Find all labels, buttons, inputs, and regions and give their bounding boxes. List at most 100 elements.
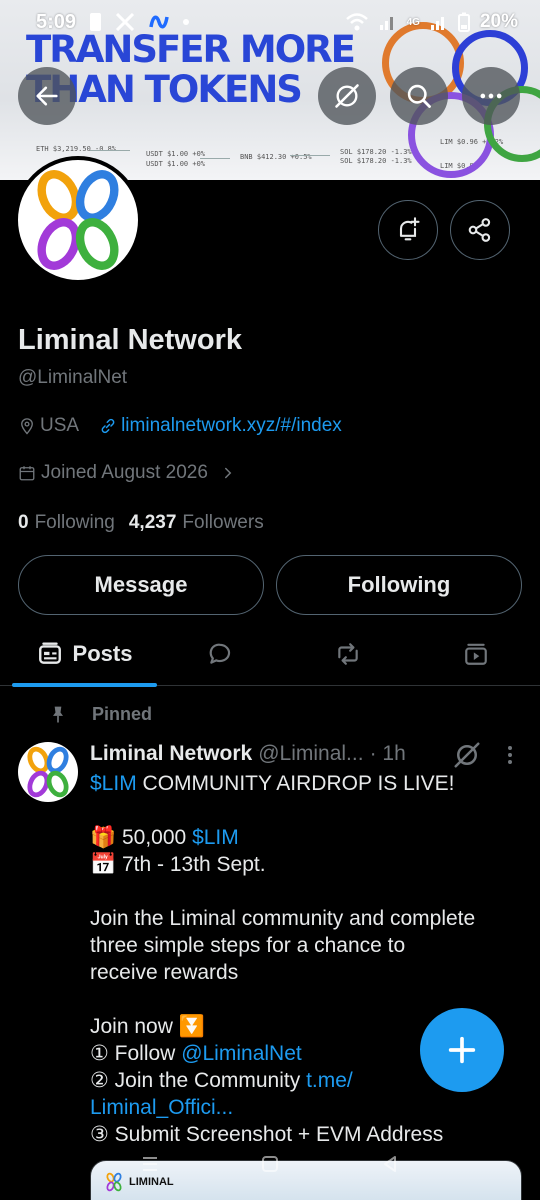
status-bar: 5:09 4G 20% (0, 0, 540, 44)
ticker-sparkline (90, 150, 130, 151)
link-icon (101, 418, 115, 434)
following-count-link[interactable]: 0 Following (18, 512, 115, 534)
ticker-sparkline (200, 158, 230, 159)
pin-icon (53, 706, 63, 722)
ticker-text: USDT $1.00 +0% (146, 160, 206, 168)
battery-percentage: 20% (479, 11, 518, 32)
pinned-text: Pinned (92, 704, 153, 724)
ticker-sparkline (290, 155, 330, 156)
message-button[interactable]: Message (18, 555, 264, 615)
profile-name: Liminal Network (18, 324, 242, 356)
website-text: liminalnetwork.xyz/#/index (121, 415, 342, 436)
post-text: ② Join the Community (90, 1069, 307, 1092)
profile-website-link[interactable]: liminalnetwork.xyz/#/index (99, 415, 342, 437)
post-text: ③ Submit Screenshot + EVM Address (90, 1123, 444, 1146)
followers-count: 4,237 (128, 512, 177, 533)
more-options-button[interactable] (462, 67, 520, 125)
tab-posts[interactable]: Posts (12, 622, 157, 686)
cashtag-link[interactable]: $LIM (90, 772, 137, 795)
tab-reposts[interactable] (298, 622, 398, 686)
gift-emoji: 🎁 (90, 826, 117, 849)
signal-icon (430, 17, 444, 30)
share-icon (468, 218, 491, 242)
share-profile-button[interactable] (450, 200, 510, 260)
following-count: 0 (18, 512, 29, 533)
follow-counts: 0 Following 4,237 Followers (18, 512, 264, 534)
telegram-link[interactable]: Liminal_Offici... (90, 1094, 530, 1121)
arrow-left-icon (36, 86, 58, 106)
following-label: Following (34, 512, 115, 533)
tab-replies[interactable] (170, 622, 270, 686)
post-header: Liminal Network @Liminal... · 1h (90, 742, 450, 766)
status-time: 5:09 (36, 10, 77, 33)
repost-icon (338, 643, 358, 665)
system-nav-bar (0, 1146, 540, 1182)
post-line: 🎁 50,000 $LIM (90, 824, 530, 851)
profile-handle: @LiminalNet (18, 367, 128, 388)
search-icon (407, 84, 431, 108)
profile-avatar[interactable] (14, 156, 142, 284)
cashtag-link[interactable]: $LIM (192, 826, 239, 849)
more-vertical-icon[interactable] (500, 744, 520, 766)
liminal-logo-icon (37, 170, 119, 270)
battery-saver-icon (90, 13, 102, 31)
followers-label: Followers (182, 512, 264, 533)
bell-plus-icon (399, 217, 420, 241)
plus-icon (448, 1036, 476, 1064)
network-type: 4G (406, 16, 420, 28)
tab-posts-label: Posts (72, 641, 133, 666)
calendar-icon (19, 466, 35, 481)
posts-icon (38, 642, 61, 664)
post-text: receive rewards (90, 961, 239, 984)
telegram-link[interactable]: t.me/ (306, 1069, 353, 1092)
ticker-text: SOL $178.20 -1.3% (340, 157, 412, 165)
pinned-label-row: Pinned (48, 704, 152, 725)
post-author-avatar[interactable] (18, 742, 78, 802)
reply-bubble-icon (209, 643, 231, 664)
location-pin-icon (21, 418, 33, 435)
ticker-text: USDT $1.00 +0% (146, 150, 206, 158)
post-text: Join the Liminal community and complete (90, 907, 476, 930)
ticker-text: ETH $3,219.50 -0.8% (36, 145, 117, 153)
grok-icon[interactable] (452, 740, 482, 770)
battery-icon (457, 12, 470, 32)
wifi-icon (345, 13, 368, 31)
post-text: 50,000 (116, 826, 193, 849)
post-line: 📅 7th - 13th Sept. (90, 851, 530, 878)
back-triangle-icon[interactable] (378, 1152, 402, 1176)
tab-media[interactable] (426, 622, 526, 686)
search-button[interactable] (390, 67, 448, 125)
video-tab-icon (465, 643, 487, 665)
followers-count-link[interactable]: 4,237 Followers (129, 512, 264, 534)
more-horizontal-icon (480, 93, 502, 99)
post-author-name[interactable]: Liminal Network (90, 742, 252, 766)
grok-icon (335, 84, 359, 108)
post-time: · 1h (369, 742, 406, 765)
location-text: USA (40, 415, 80, 436)
notifications-button[interactable] (378, 200, 438, 260)
meta-logo-icon (149, 15, 169, 29)
notification-dot-icon (183, 19, 190, 25)
recent-apps-icon[interactable] (138, 1152, 162, 1176)
profile-joined[interactable]: Joined August 2026 (18, 462, 237, 484)
grok-button[interactable] (318, 67, 376, 125)
following-button[interactable]: Following (276, 555, 522, 615)
x-logo-icon (115, 13, 135, 31)
calendar-emoji: 📅 (90, 853, 117, 876)
active-tab-indicator (12, 683, 157, 687)
liminal-logo-icon (27, 746, 69, 798)
chevron-right-icon (224, 467, 232, 479)
post-text: 7th - 13th Sept. (116, 853, 266, 876)
back-button[interactable] (18, 67, 76, 125)
mention-link[interactable]: @LiminalNet (181, 1042, 302, 1065)
post-text: three simple steps for a chance to (90, 934, 406, 957)
post-author-handle[interactable]: @Liminal... (258, 742, 363, 766)
post-line: $LIM COMMUNITY AIRDROP IS LIVE! (90, 770, 530, 797)
joined-text: Joined August 2026 (41, 462, 208, 483)
signal-icon (379, 17, 393, 30)
profile-meta: USA liminalnetwork.xyz/#/index (18, 415, 342, 437)
home-icon[interactable] (258, 1152, 282, 1176)
ticker-text: SOL $178.20 -1.3% (340, 148, 412, 156)
post-text: COMMUNITY AIRDROP IS LIVE! (136, 772, 455, 795)
compose-post-button[interactable] (420, 1008, 504, 1092)
